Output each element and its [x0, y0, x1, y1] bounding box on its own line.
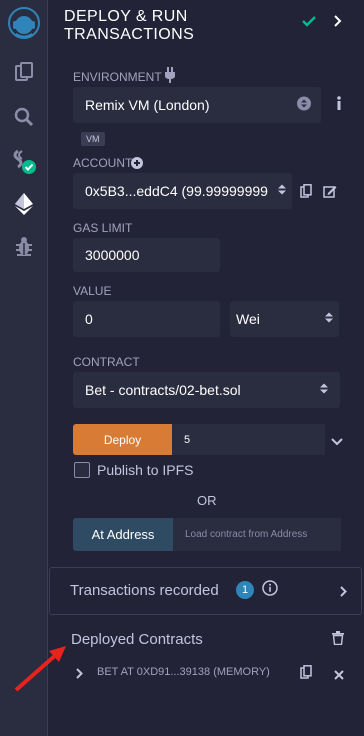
icon-sidebar — [0, 0, 48, 736]
chevron-right-icon[interactable] — [334, 14, 342, 32]
contract-label: CONTRACT — [73, 355, 140, 369]
at-address-button[interactable]: At Address — [73, 518, 173, 551]
files-icon[interactable] — [0, 52, 47, 92]
check-icon — [302, 14, 316, 32]
copy-icon[interactable] — [300, 184, 312, 203]
select-arrows-icon — [297, 96, 311, 114]
chevron-down-icon[interactable] — [331, 433, 343, 451]
copy-icon[interactable] — [300, 665, 312, 684]
deployed-contracts-label: Deployed Contracts — [71, 631, 203, 648]
environment-label: ENVIRONMENT — [73, 70, 162, 84]
select-arrows-icon — [325, 311, 333, 328]
panel-title: DEPLOY & RUN TRANSACTIONS — [64, 8, 195, 43]
deploy-params-input[interactable]: 5 — [172, 424, 325, 455]
deploy-run-panel: DEPLOY & RUN TRANSACTIONS ENVIRONMENT Re… — [48, 0, 364, 736]
value-input[interactable]: 0 — [73, 301, 220, 337]
transactions-count-badge: 1 — [236, 581, 254, 599]
trash-icon[interactable] — [332, 631, 344, 650]
select-arrows-icon — [278, 183, 286, 200]
edit-icon[interactable] — [323, 184, 337, 203]
chevron-right-icon[interactable] — [340, 584, 347, 602]
info-icon[interactable] — [336, 96, 342, 115]
account-label: ACCOUNT — [73, 156, 133, 170]
unit-select[interactable]: Wei — [230, 301, 339, 337]
gas-limit-label: GAS LIMIT — [73, 221, 133, 235]
publish-ipfs-checkbox[interactable] — [74, 462, 90, 478]
search-icon[interactable] — [0, 97, 47, 137]
red-arrow-annotation — [14, 646, 66, 692]
or-divider: OR — [197, 493, 217, 508]
account-select[interactable]: 0x5B3...eddC4 (99.99999999 — [73, 173, 292, 209]
environment-select[interactable]: Remix VM (London) — [73, 87, 321, 123]
transactions-label: Transactions recorded — [70, 582, 219, 599]
gas-limit-input[interactable]: 3000000 — [73, 238, 220, 272]
transactions-recorded-card[interactable]: Transactions recorded 1 — [49, 567, 362, 615]
deployed-instance-label[interactable]: BET AT 0XD91...39138 (MEMORY) — [97, 666, 270, 678]
publish-ipfs-label: Publish to IPFS — [97, 462, 194, 478]
close-icon[interactable] — [334, 667, 344, 685]
select-arrows-icon — [320, 382, 328, 399]
plus-circle-icon[interactable] — [131, 156, 143, 174]
remix-logo-icon[interactable] — [0, 0, 47, 46]
address-input[interactable]: Load contract from Address — [173, 518, 341, 551]
bug-icon[interactable] — [0, 226, 47, 266]
contract-select[interactable]: Bet - contracts/02-bet.sol — [73, 372, 340, 408]
value-label: VALUE — [73, 284, 112, 298]
info-circle-icon[interactable] — [262, 580, 278, 601]
chevron-right-icon[interactable] — [76, 666, 83, 684]
plug-icon — [164, 67, 176, 88]
deploy-button[interactable]: Deploy — [73, 424, 172, 455]
ethereum-icon[interactable] — [0, 184, 47, 224]
vm-badge: VM — [81, 132, 105, 146]
